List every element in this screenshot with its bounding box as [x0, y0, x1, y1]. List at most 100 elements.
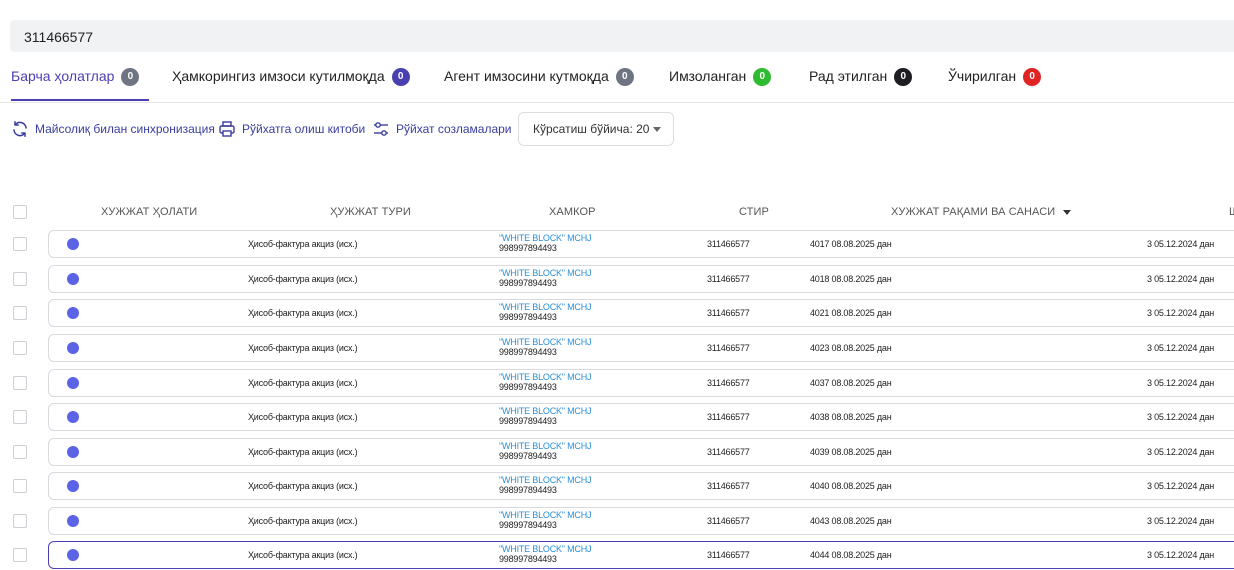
document-type: Ҳисоб-фактура акциз (исх.) [248, 274, 358, 284]
row-checkbox[interactable] [13, 376, 27, 390]
column-header-tin[interactable]: СТИР [739, 206, 769, 218]
row-card[interactable] [48, 403, 1234, 431]
document-number-date: 4044 08.08.2025 дан [810, 550, 892, 560]
document-number-date: 4039 08.08.2025 дан [810, 447, 892, 457]
row-checkbox[interactable] [13, 306, 27, 320]
tab-count-badge: 0 [1023, 68, 1042, 86]
partner-name-link[interactable]: "WHITE BLOCK" MCHJ [499, 302, 591, 312]
row-checkbox[interactable] [13, 548, 27, 562]
registry-print-label: Рўйхатга олиш китоби [242, 122, 366, 136]
tin-value: 311466577 [707, 308, 750, 318]
printer-icon [219, 121, 235, 137]
tab-label: Барча ҳолатлар [11, 68, 115, 84]
tab-label: Агент имзосини кутмоқда [444, 68, 609, 84]
partner-name-link[interactable]: "WHITE BLOCK" MCHJ [499, 544, 591, 554]
select-all-checkbox[interactable] [13, 205, 27, 219]
table-row[interactable]: Ҳисоб-фактура акциз (исх.) "WHITE BLOCK"… [0, 369, 1234, 397]
row-checkbox[interactable] [13, 445, 27, 459]
row-checkbox[interactable] [13, 272, 27, 286]
page-size-select[interactable]: Кўрсатиш бўйича: 20 [518, 112, 674, 146]
document-type: Ҳисоб-фактура акциз (исх.) [248, 343, 358, 353]
tab-label: Ўчирилган [948, 68, 1017, 84]
sync-label: Майсолиқ билан синхронизация [35, 122, 215, 136]
tab-signed[interactable]: Имзоланган 0 [669, 68, 772, 101]
document-number-date: 4023 08.08.2025 дан [810, 343, 892, 353]
document-number-date: 4040 08.08.2025 дан [810, 481, 892, 491]
partner-name-link[interactable]: "WHITE BLOCK" MCHJ [499, 406, 591, 416]
table-row[interactable]: Ҳисоб-фактура акциз (исх.) "WHITE BLOCK"… [0, 541, 1234, 569]
status-dot-icon [67, 342, 79, 354]
list-settings-label: Рўйхат созламалари [396, 122, 512, 136]
status-dot-icon [67, 238, 79, 250]
column-header-partner[interactable]: ХАМКОР [549, 206, 596, 218]
status-dot-icon [67, 446, 79, 458]
table-row[interactable]: Ҳисоб-фактура акциз (исх.) "WHITE BLOCK"… [0, 507, 1234, 535]
row-card[interactable] [48, 472, 1234, 500]
tab-all-statuses[interactable]: Барча ҳолатлар 0 [11, 68, 150, 101]
tin-value: 311466577 [707, 550, 750, 560]
tin-value: 311466577 [707, 343, 750, 353]
row-card[interactable] [48, 334, 1234, 362]
tin-value: 311466577 [707, 412, 750, 422]
table-header: ХУЖЖАТ ҲОЛАТИ ҲУЖЖАТ ТУРИ ХАМКОР СТИР ХУ… [0, 200, 1234, 224]
table-row[interactable]: Ҳисоб-фактура акциз (исх.) "WHITE BLOCK"… [0, 472, 1234, 500]
search-input[interactable] [22, 26, 626, 48]
tab-count-badge: 0 [121, 68, 140, 86]
row-card[interactable] [48, 230, 1234, 258]
partner-tin: 998997894493 [499, 554, 557, 564]
document-type: Ҳисоб-фактура акциз (исх.) [248, 378, 358, 388]
tin-value: 311466577 [707, 447, 750, 457]
contract-number-date: 3 05.12.2024 дан [1147, 308, 1215, 318]
sync-button[interactable]: Майсолиқ билан синхронизация [11, 120, 215, 138]
table-row[interactable]: Ҳисоб-фактура акциз (исх.) "WHITE BLOCK"… [0, 299, 1234, 327]
row-card[interactable] [48, 438, 1234, 466]
row-card[interactable] [48, 265, 1234, 293]
tab-count-badge: 0 [753, 68, 772, 86]
column-header-status[interactable]: ХУЖЖАТ ҲОЛАТИ [101, 206, 197, 218]
list-settings-button[interactable]: Рўйхат созламалари [372, 120, 512, 138]
column-header-doc-number-date[interactable]: ХУЖЖАТ РАҚАМИ ВА САНАСИ [891, 206, 1072, 218]
row-checkbox[interactable] [13, 514, 27, 528]
tab-awaiting-partner-signature[interactable]: Ҳамкорингиз имзоси кутилмоқда 0 [172, 68, 410, 101]
registry-print-button[interactable]: Рўйхатга олиш китоби [218, 120, 365, 138]
tab-count-badge: 0 [615, 68, 634, 86]
contract-number-date: 3 05.12.2024 дан [1147, 274, 1215, 284]
document-number-date: 4021 08.08.2025 дан [810, 308, 892, 318]
tab-awaiting-agent-signature[interactable]: Агент имзосини кутмоқда 0 [444, 68, 634, 101]
row-checkbox[interactable] [13, 341, 27, 355]
row-checkbox[interactable] [13, 410, 27, 424]
partner-name-link[interactable]: "WHITE BLOCK" MCHJ [499, 510, 591, 520]
table-row[interactable]: Ҳисоб-фактура акциз (исх.) "WHITE BLOCK"… [0, 265, 1234, 293]
tab-deleted[interactable]: Ўчирилган 0 [948, 68, 1042, 101]
row-card[interactable] [48, 369, 1234, 397]
partner-tin: 998997894493 [499, 243, 557, 253]
table-row[interactable]: Ҳисоб-фактура акциз (исх.) "WHITE BLOCK"… [0, 438, 1234, 466]
row-card[interactable] [48, 299, 1234, 327]
partner-name-link[interactable]: "WHITE BLOCK" MCHJ [499, 372, 591, 382]
tab-rejected[interactable]: Рад этилган 0 [809, 68, 913, 101]
table-row[interactable]: Ҳисоб-фактура акциз (исх.) "WHITE BLOCK"… [0, 334, 1234, 362]
contract-number-date: 3 05.12.2024 дан [1147, 516, 1215, 526]
column-header-type[interactable]: ҲУЖЖАТ ТУРИ [330, 206, 411, 218]
row-checkbox[interactable] [13, 479, 27, 493]
tin-value: 311466577 [707, 481, 750, 491]
column-header-label: ХУЖЖАТ РАҚАМИ ВА САНАСИ [891, 206, 1056, 218]
partner-name-link[interactable]: "WHITE BLOCK" MCHJ [499, 475, 591, 485]
row-checkbox[interactable] [13, 237, 27, 251]
contract-number-date: 3 05.12.2024 дан [1147, 481, 1215, 491]
table-row[interactable]: Ҳисоб-фактура акциз (исх.) "WHITE BLOCK"… [0, 403, 1234, 431]
row-card[interactable] [48, 507, 1234, 535]
row-card[interactable] [48, 541, 1234, 569]
document-type: Ҳисоб-фактура акциз (исх.) [248, 550, 358, 560]
contract-number-date: 3 05.12.2024 дан [1147, 550, 1215, 560]
partner-name-link[interactable]: "WHITE BLOCK" MCHJ [499, 441, 591, 451]
table-row[interactable]: Ҳисоб-фактура акциз (исх.) "WHITE BLOCK"… [0, 230, 1234, 258]
partner-name-link[interactable]: "WHITE BLOCK" MCHJ [499, 337, 591, 347]
sliders-icon [374, 122, 388, 136]
toolbar: Майсолиқ билан синхронизация Рўйхатга ол… [0, 112, 1234, 148]
partner-name-link[interactable]: "WHITE BLOCK" MCHJ [499, 233, 591, 243]
status-dot-icon [67, 515, 79, 527]
column-header-contract[interactable]: Ш [1229, 206, 1234, 218]
tab-count-badge: 0 [391, 68, 410, 86]
partner-name-link[interactable]: "WHITE BLOCK" MCHJ [499, 268, 591, 278]
